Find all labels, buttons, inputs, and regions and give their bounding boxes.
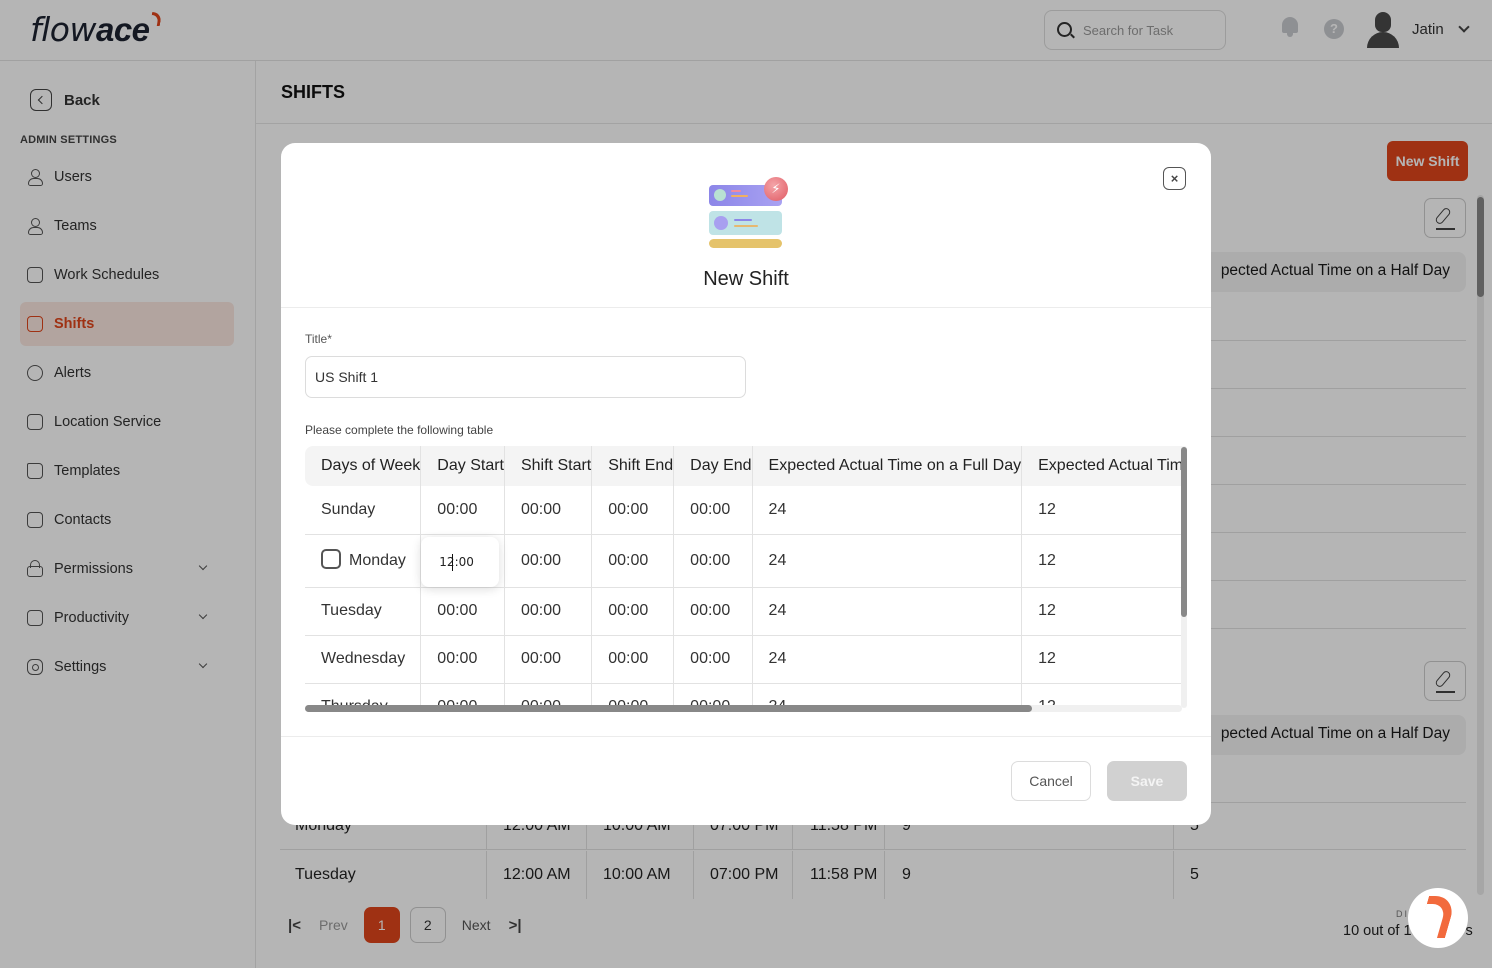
cell-half-day[interactable]: 12 xyxy=(1021,534,1182,588)
cell-day: Tuesday xyxy=(305,587,422,636)
illustration-dot xyxy=(714,189,726,201)
table-hint: Please complete the following table xyxy=(305,423,494,437)
title-label: Title* xyxy=(305,332,332,346)
cell-day-start[interactable]: 00:00 xyxy=(420,587,505,636)
new-shift-modal: × ⚡ New Shift Title* Please complete the… xyxy=(281,143,1211,825)
modal-title: New Shift xyxy=(703,268,789,290)
cell-half-day[interactable]: 12 xyxy=(1021,587,1182,636)
illustration-bar xyxy=(709,239,782,248)
col-header-day-start: Day Start xyxy=(420,446,505,486)
save-button[interactable]: Save xyxy=(1107,761,1187,801)
cancel-button[interactable]: Cancel xyxy=(1011,761,1091,801)
cell-day-end[interactable]: 00:00 xyxy=(673,486,753,535)
divider xyxy=(281,307,1211,308)
table-row: Monday 00:00 00:00 00:00 24 12 xyxy=(305,534,1182,588)
cell-shift-start[interactable]: 00:00 xyxy=(504,486,593,535)
shift-illustration-icon: ⚡ xyxy=(708,177,790,249)
cell-day-end[interactable]: 00:00 xyxy=(673,635,753,684)
illustration-line xyxy=(731,195,748,197)
table-horizontal-scrollbar-thumb[interactable] xyxy=(305,705,1032,712)
cell-shift-end[interactable]: 00:00 xyxy=(591,587,675,636)
cell-shift-start[interactable]: 00:00 xyxy=(504,635,593,684)
cell-day-start[interactable]: 00:00 xyxy=(420,486,505,535)
divider xyxy=(281,736,1211,737)
cell-shift-end[interactable]: 00:00 xyxy=(591,486,675,535)
table-vertical-scrollbar-thumb[interactable] xyxy=(1181,447,1187,617)
table-row: Wednesday 00:00 00:00 00:00 00:00 24 12 xyxy=(305,635,1182,684)
title-input[interactable] xyxy=(305,356,746,398)
col-header-shift-start: Shift Start xyxy=(504,446,593,486)
cell-shift-start[interactable]: 00:00 xyxy=(504,534,593,588)
cell-full-day[interactable]: 24 xyxy=(752,534,1023,588)
col-header-shift-end: Shift End xyxy=(591,446,675,486)
cell-shift-end[interactable]: 00:00 xyxy=(591,534,675,588)
cell-half-day[interactable]: 12 xyxy=(1021,486,1182,535)
close-icon[interactable]: × xyxy=(1163,167,1186,190)
col-header-full-day: Expected Actual Time on a Full Day xyxy=(752,446,1023,486)
cell-day-start[interactable]: 00:00 xyxy=(420,635,505,684)
illustration-line xyxy=(731,190,741,192)
flowace-boomerang-icon xyxy=(1416,896,1458,938)
cell-day: Sunday xyxy=(305,486,422,535)
shift-days-table: Days of Week Day Start Shift Start Shift… xyxy=(305,446,1182,712)
cell-shift-end[interactable]: 00:00 xyxy=(591,635,675,684)
illustration-line xyxy=(734,219,752,221)
cell-day: Monday xyxy=(305,534,422,588)
col-header-day-end: Day End xyxy=(673,446,753,486)
shift-days-grid: Days of Week Day Start Shift Start Shift… xyxy=(305,446,1182,712)
cell-half-day[interactable]: 12 xyxy=(1021,635,1182,684)
cell-full-day[interactable]: 24 xyxy=(752,486,1023,535)
illustration-line xyxy=(734,225,758,227)
table-header-row: Days of Week Day Start Shift Start Shift… xyxy=(305,446,1182,486)
cell-day-start[interactable] xyxy=(420,534,505,588)
col-header-half-day: Expected Actual Time on a Half Day xyxy=(1021,446,1182,486)
lightning-icon: ⚡ xyxy=(764,177,788,201)
col-header-days-of-week: Days of Week xyxy=(305,446,422,486)
flowace-assistant-button[interactable] xyxy=(1408,888,1468,948)
text-cursor xyxy=(452,553,454,571)
cell-day: Wednesday xyxy=(305,635,422,684)
row-checkbox[interactable] xyxy=(321,548,341,569)
illustration-dot xyxy=(714,216,728,230)
cell-day-label: Monday xyxy=(349,551,406,569)
cell-full-day[interactable]: 24 xyxy=(752,587,1023,636)
table-row: Tuesday 00:00 00:00 00:00 00:00 24 12 xyxy=(305,587,1182,636)
cell-day-end[interactable]: 00:00 xyxy=(673,534,753,588)
day-start-time-input[interactable] xyxy=(421,536,500,587)
cell-day-end[interactable]: 00:00 xyxy=(673,587,753,636)
cell-full-day[interactable]: 24 xyxy=(752,635,1023,684)
cell-shift-start[interactable]: 00:00 xyxy=(504,587,593,636)
table-row: Sunday 00:00 00:00 00:00 00:00 24 12 xyxy=(305,486,1182,535)
